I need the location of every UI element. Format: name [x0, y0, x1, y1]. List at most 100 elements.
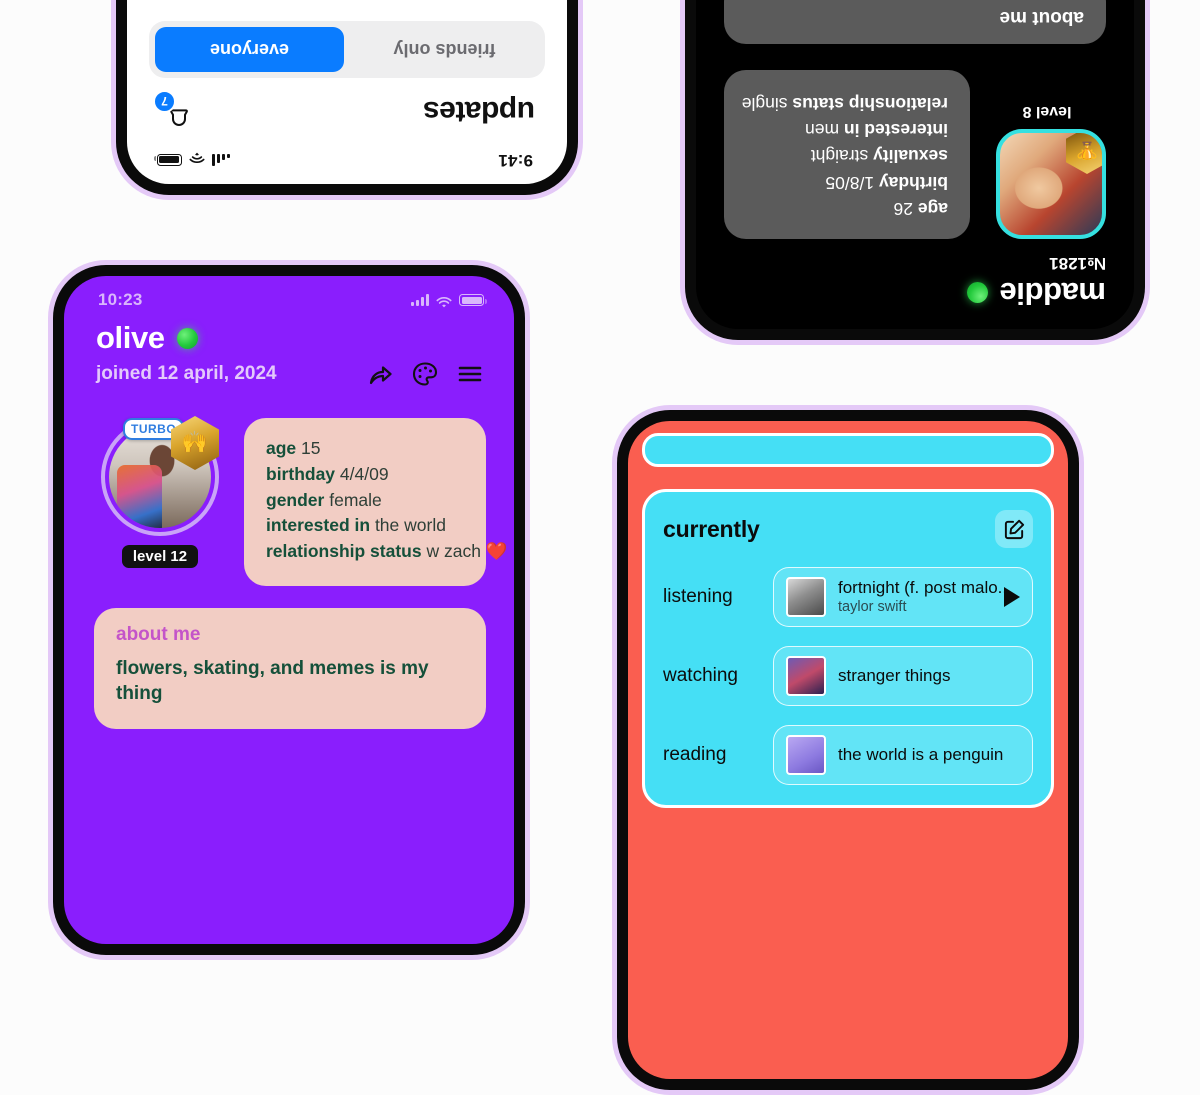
media-title: the world is a penguin	[838, 745, 1004, 764]
screenshot-stage: 9:41 updates 7 friends only everyone 10:…	[0, 0, 1200, 1095]
media-item[interactable]: stranger things	[773, 646, 1033, 706]
info-label: sexuality	[873, 146, 948, 167]
username: maddie	[999, 276, 1106, 311]
avatar-column: 🏆 level 8	[988, 102, 1106, 239]
info-row-birthday: birthday 1/8/05	[746, 170, 948, 193]
currently-row-watching: watching stranger things	[663, 646, 1033, 706]
status-bar: 9:41	[127, 150, 567, 184]
profile-header: olive joined 12 april, 2024	[64, 310, 514, 388]
info-value: 26	[893, 199, 913, 219]
profile-actions	[366, 360, 484, 388]
phone-olive-profile: 10:23 olive joined 12 april, 2024 TURBO …	[48, 260, 530, 960]
top-banner-card	[642, 433, 1054, 467]
phone-updates: 9:41 updates 7 friends only everyone	[111, 0, 583, 200]
share-icon[interactable]	[366, 360, 394, 388]
info-label: interested in	[843, 120, 948, 141]
avatar-column: TURBO 🙌 level 12	[94, 416, 226, 568]
signal-icon	[212, 154, 230, 166]
phone-screen: 9:41 updates 7 friends only everyone	[127, 0, 567, 184]
row-label: listening	[663, 586, 733, 607]
audience-tabs[interactable]: friends only everyone	[149, 21, 545, 78]
status-bar: 10:23	[64, 276, 514, 310]
media-meta: stranger things	[838, 666, 1020, 686]
profile-name-row: maddie	[724, 275, 1106, 329]
achievement-hex-badge: 🏆	[1066, 129, 1106, 174]
info-value: straight	[810, 146, 869, 167]
play-icon[interactable]	[1004, 587, 1020, 607]
phone-screen: 10:23 olive joined 12 april, 2024 TURBO …	[64, 276, 514, 944]
profile-info-card: age 15 birthday 4/4/09 gender female int…	[244, 418, 508, 586]
media-item[interactable]: fortnight (f. post malo.. taylor swift	[773, 567, 1033, 627]
username: olive	[96, 320, 165, 355]
show-art	[786, 656, 826, 696]
battery-icon	[157, 154, 182, 166]
info-value: the world	[374, 515, 446, 536]
status-icons	[157, 152, 230, 166]
media-meta: fortnight (f. post malo.. taylor swift	[838, 578, 1007, 616]
phone-frame: 9:41 updates 7 friends only everyone	[116, 0, 578, 195]
info-row-age: age 15	[266, 437, 464, 460]
currently-row-listening: listening fortnight (f. post malo.. tayl…	[663, 567, 1033, 627]
info-row-relationship-status: relationship status single	[742, 92, 948, 115]
info-label: interested in	[266, 515, 371, 536]
updates-header: updates 7	[127, 78, 567, 150]
info-row-sexuality: sexuality straight	[746, 144, 948, 167]
about-me-title: about me	[999, 6, 1084, 28]
level-badge: level 12	[121, 545, 199, 568]
joined-date: joined 12 april, 2024	[96, 363, 277, 384]
notification-badge: 7	[153, 90, 176, 113]
updates-app: 9:41 updates 7 friends only everyone	[127, 0, 567, 184]
phone-frame: maddie №1281 🏆 level 8 age 26 birthday 1…	[685, 0, 1145, 340]
tab-friends-only[interactable]: friends only	[350, 27, 539, 72]
edit-pencil-icon	[1004, 519, 1024, 539]
phone-screen: currently listening fortnight (f. post m…	[628, 421, 1068, 1079]
palette-icon[interactable]	[411, 360, 439, 388]
info-value: men	[805, 120, 840, 141]
album-art	[786, 577, 826, 617]
phone-frame: 10:23 olive joined 12 april, 2024 TURBO …	[53, 265, 525, 955]
media-title: stranger things	[838, 666, 951, 685]
about-me-card: about me flowers, skating, and memes is …	[94, 607, 486, 730]
info-row-interested-in: interested in men	[746, 118, 948, 141]
section-title: currently	[663, 515, 760, 542]
edit-button[interactable]	[995, 510, 1033, 548]
signal-icon	[411, 294, 429, 306]
avatar[interactable]: TURBO 🙌	[101, 416, 219, 536]
info-row-interested-in: interested in the world	[266, 514, 464, 537]
media-item[interactable]: the world is a penguin	[773, 725, 1033, 785]
list-item[interactable]: tz omg it's finally happening!!!! now	[149, 0, 545, 7]
avatar[interactable]: 🏆	[996, 129, 1106, 239]
info-value: female	[329, 489, 382, 510]
about-me-card: about me	[724, 0, 1106, 44]
info-row-relationship-status: relationship status w zach ❤️	[266, 540, 508, 563]
media-title: fortnight (f. post malo..	[838, 578, 1008, 597]
info-label: birthday	[266, 463, 336, 484]
phone-frame: currently listening fortnight (f. post m…	[617, 410, 1079, 1090]
info-label: age	[917, 199, 948, 219]
notifications-button[interactable]: 7	[153, 90, 193, 128]
currently-header: currently	[663, 510, 1033, 548]
menu-icon[interactable]	[456, 360, 484, 388]
info-row-age: age 26	[746, 197, 949, 220]
info-label: gender	[266, 489, 325, 510]
info-value: 15	[301, 438, 321, 458]
status-time: 9:41	[498, 151, 533, 170]
level-badge: level 8	[1022, 103, 1072, 120]
info-label: age	[266, 438, 297, 458]
book-art	[786, 735, 826, 775]
olive-profile-app: 10:23 olive joined 12 april, 2024 TURBO …	[64, 276, 514, 944]
row-label: watching	[663, 665, 738, 686]
info-value: 4/4/09	[339, 463, 389, 484]
tab-everyone[interactable]: everyone	[155, 27, 344, 72]
online-status-dot	[176, 327, 198, 349]
currently-row-reading: reading the world is a penguin	[663, 725, 1033, 785]
about-me-body: flowers, skating, and memes is my thing	[116, 657, 429, 705]
page-title: updates	[423, 95, 535, 128]
media-meta: the world is a penguin	[838, 745, 1020, 765]
phone-screen: maddie №1281 🏆 level 8 age 26 birthday 1…	[696, 0, 1134, 329]
user-number: №1281	[1049, 254, 1106, 273]
info-row-birthday: birthday 4/4/09	[266, 463, 464, 486]
maddie-profile-app: maddie №1281 🏆 level 8 age 26 birthday 1…	[696, 0, 1134, 329]
row-label: reading	[663, 744, 727, 765]
info-value: w zach ❤️	[426, 541, 508, 561]
